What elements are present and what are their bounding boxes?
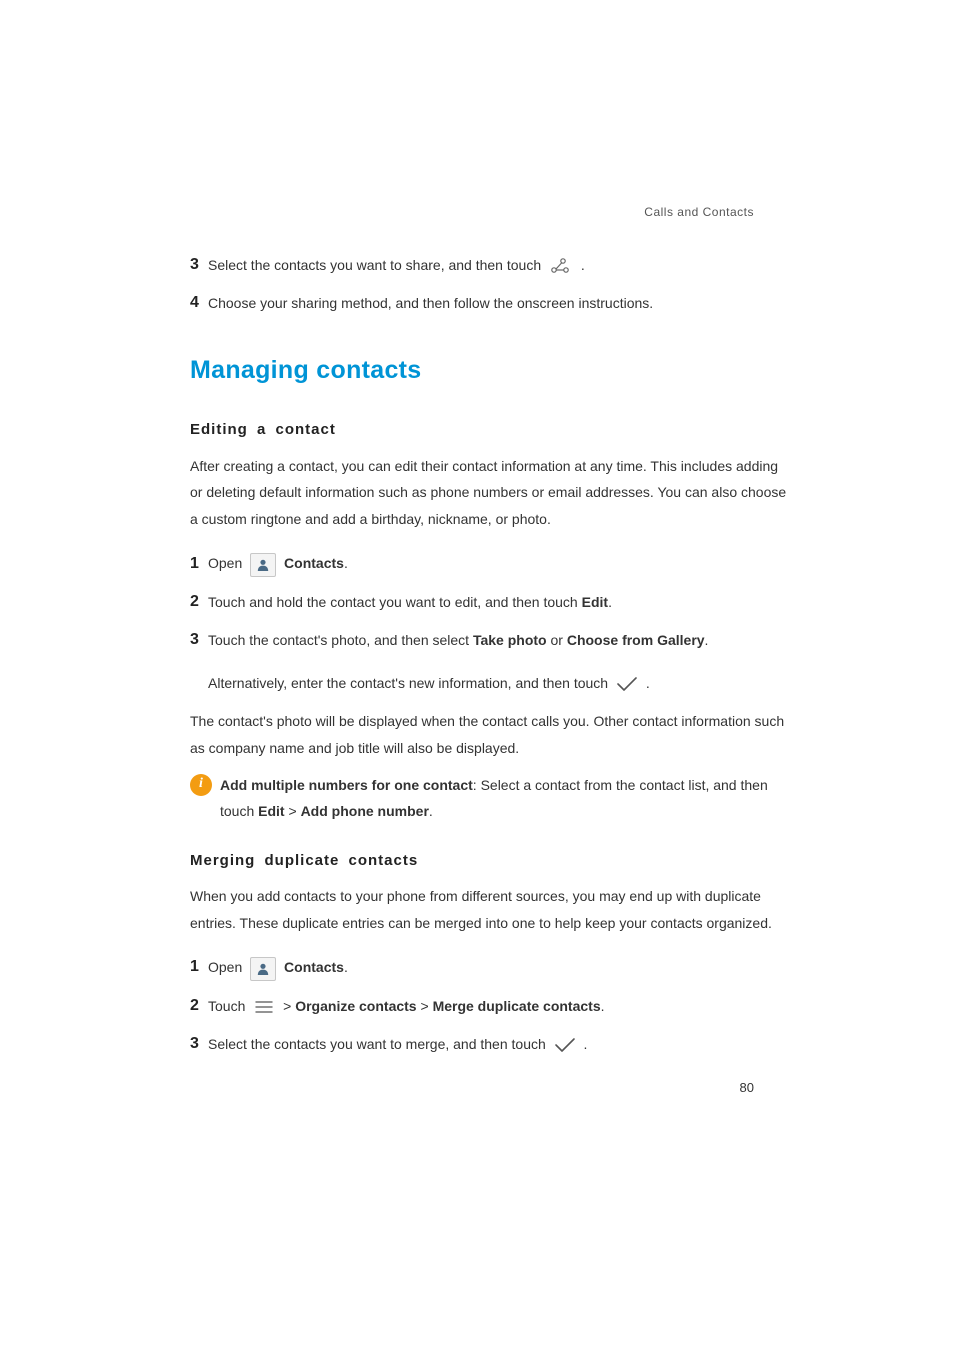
step-number: 1 bbox=[190, 549, 208, 579]
step-substep: Alternatively, enter the contact's new i… bbox=[208, 670, 794, 697]
step-text: . bbox=[584, 1036, 588, 1052]
subsection-heading: Merging duplicate contacts bbox=[190, 847, 794, 876]
step-number: 2 bbox=[190, 587, 208, 617]
step-body: Choose your sharing method, and then fol… bbox=[208, 290, 794, 317]
step-number: 4 bbox=[190, 288, 208, 318]
info-text: > bbox=[285, 803, 301, 819]
step-row: 3 Select the contacts you want to merge,… bbox=[190, 1029, 794, 1059]
app-name: Contacts bbox=[284, 555, 344, 571]
info-text: . bbox=[429, 803, 433, 819]
step-number: 2 bbox=[190, 991, 208, 1021]
page-content: 3 Select the contacts you want to share,… bbox=[190, 250, 794, 1060]
step-body: Touch and hold the contact you want to e… bbox=[208, 589, 794, 616]
step-text: Touch and hold the contact you want to e… bbox=[208, 594, 582, 610]
ui-label: Add phone number bbox=[301, 803, 429, 819]
checkmark-icon bbox=[616, 676, 638, 692]
step-text: . bbox=[581, 257, 585, 273]
step-text: or bbox=[547, 632, 567, 648]
step-row: 3 Select the contacts you want to share,… bbox=[190, 250, 794, 280]
app-name: Contacts bbox=[284, 959, 344, 975]
step-text: . bbox=[646, 675, 650, 691]
step-body: Select the contacts you want to share, a… bbox=[208, 252, 794, 279]
step-body: Select the contacts you want to merge, a… bbox=[208, 1031, 794, 1058]
step-text: Open bbox=[208, 959, 246, 975]
ui-label: Organize contacts bbox=[295, 998, 416, 1014]
step-number: 3 bbox=[190, 250, 208, 280]
info-lead: Add multiple numbers for one contact bbox=[220, 777, 473, 793]
step-text: . bbox=[608, 594, 612, 610]
step-row: 2 Touch > Organize contacts > Merge dupl… bbox=[190, 991, 794, 1021]
document-page: Calls and Contacts 3 Select the contacts… bbox=[0, 0, 954, 1350]
share-icon bbox=[549, 257, 573, 275]
paragraph: When you add contacts to your phone from… bbox=[190, 883, 794, 936]
info-body: Add multiple numbers for one contact: Se… bbox=[220, 772, 794, 825]
step-row: 3 Touch the contact's photo, and then se… bbox=[190, 625, 794, 655]
step-text: . bbox=[344, 555, 348, 571]
step-text: Open bbox=[208, 555, 246, 571]
step-text: . bbox=[344, 959, 348, 975]
hamburger-menu-icon bbox=[253, 999, 275, 1015]
ui-label: Take photo bbox=[473, 632, 547, 648]
step-text: Choose your sharing method, and then fol… bbox=[208, 295, 653, 311]
step-number: 3 bbox=[190, 625, 208, 655]
step-row: 1 Open Contacts. bbox=[190, 549, 794, 579]
subsection-heading: Editing a contact bbox=[190, 416, 794, 445]
paragraph: The contact's photo will be displayed wh… bbox=[190, 708, 794, 761]
info-callout: i Add multiple numbers for one contact: … bbox=[190, 772, 794, 825]
step-number: 1 bbox=[190, 952, 208, 982]
paragraph: After creating a contact, you can edit t… bbox=[190, 453, 794, 533]
step-text: > bbox=[283, 998, 295, 1014]
step-body: Open Contacts. bbox=[208, 550, 794, 577]
step-row: 1 Open Contacts. bbox=[190, 952, 794, 982]
step-number: 3 bbox=[190, 1029, 208, 1059]
step-text: . bbox=[601, 998, 605, 1014]
step-text: Touch bbox=[208, 998, 249, 1014]
breadcrumb: Calls and Contacts bbox=[644, 205, 754, 219]
contacts-app-icon bbox=[250, 553, 276, 577]
info-icon: i bbox=[190, 774, 212, 796]
ui-label: Edit bbox=[258, 803, 284, 819]
step-row: 4 Choose your sharing method, and then f… bbox=[190, 288, 794, 318]
step-text: . bbox=[705, 632, 709, 648]
step-body: Open Contacts. bbox=[208, 954, 794, 981]
step-body: Touch the contact's photo, and then sele… bbox=[208, 627, 794, 654]
page-number: 80 bbox=[740, 1080, 754, 1095]
ui-label: Edit bbox=[582, 594, 608, 610]
section-heading: Managing contacts bbox=[190, 347, 794, 395]
step-body: Alternatively, enter the contact's new i… bbox=[208, 670, 794, 697]
step-text: Select the contacts you want to merge, a… bbox=[208, 1036, 550, 1052]
step-body: Touch > Organize contacts > Merge duplic… bbox=[208, 993, 794, 1020]
ui-label: Choose from Gallery bbox=[567, 632, 705, 648]
checkmark-icon bbox=[554, 1037, 576, 1053]
contacts-app-icon bbox=[250, 957, 276, 981]
step-text: > bbox=[417, 998, 433, 1014]
step-text: Touch the contact's photo, and then sele… bbox=[208, 632, 473, 648]
step-row: 2 Touch and hold the contact you want to… bbox=[190, 587, 794, 617]
step-text: Alternatively, enter the contact's new i… bbox=[208, 675, 612, 691]
ui-label: Merge duplicate contacts bbox=[433, 998, 601, 1014]
step-text: Select the contacts you want to share, a… bbox=[208, 257, 545, 273]
